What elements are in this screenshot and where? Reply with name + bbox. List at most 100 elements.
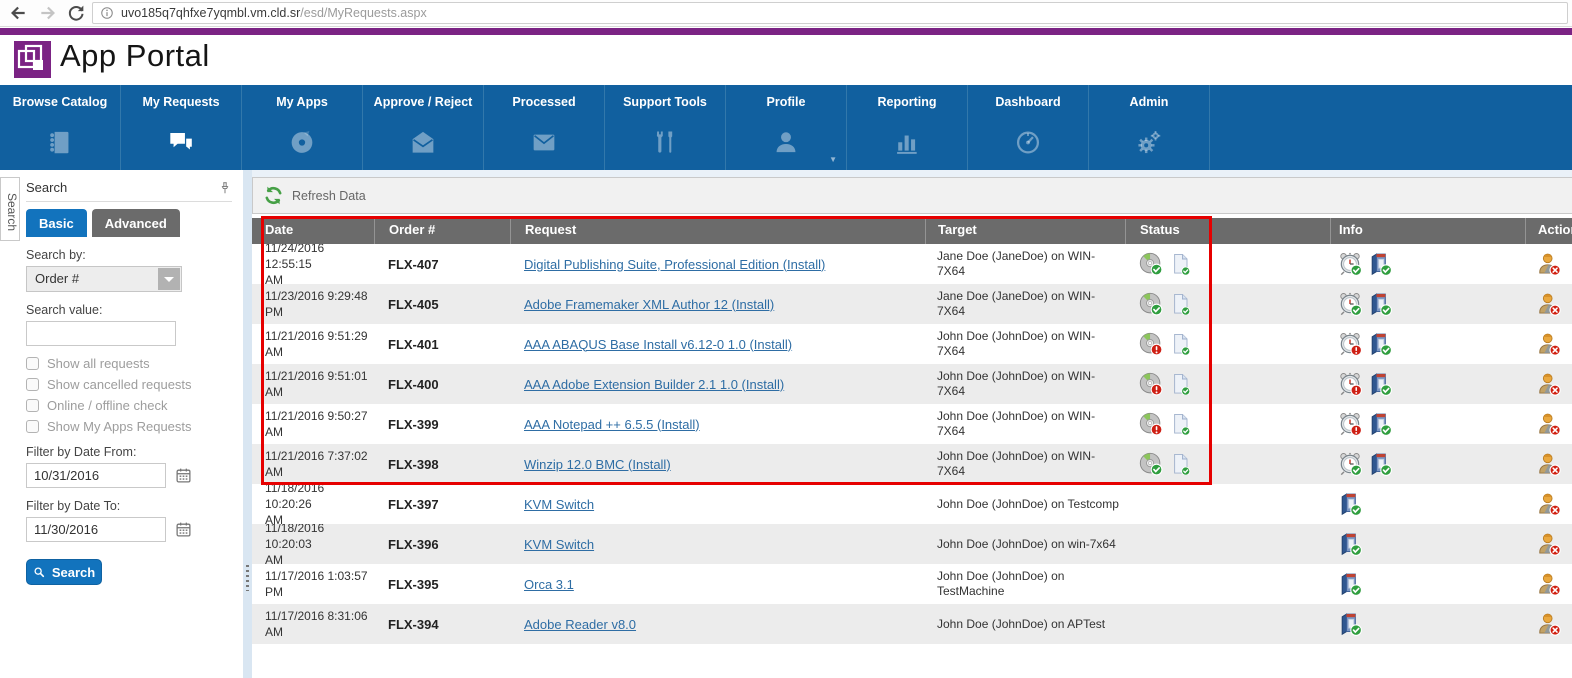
user-remove-icon[interactable] — [1537, 412, 1561, 436]
table-header-row: DateOrder #RequestTargetStatusInfoAction — [252, 218, 1572, 244]
order-number: FLX-405 — [388, 297, 439, 312]
request-link[interactable]: Digital Publishing Suite, Professional E… — [524, 257, 825, 272]
browser-reload-icon[interactable] — [66, 3, 86, 23]
cell-action — [1525, 244, 1572, 284]
tab-support-tools[interactable]: Support Tools — [605, 85, 726, 170]
tab-my-apps[interactable]: My Apps — [242, 85, 363, 170]
url-path: /esd/MyRequests.aspx — [300, 6, 426, 20]
user-remove-icon[interactable] — [1537, 292, 1561, 316]
cell-target: Jane Doe (JaneDoe) on WIN-7X64 — [925, 284, 1125, 324]
column-header-order[interactable]: Order # — [374, 218, 510, 244]
cell-status — [1125, 524, 1330, 564]
browser-forward-icon[interactable] — [38, 3, 58, 23]
checkbox-show-all-requests[interactable]: Show all requests — [26, 356, 232, 371]
checkbox-show-cancelled-requests[interactable]: Show cancelled requests — [26, 377, 232, 392]
cell-action — [1525, 284, 1572, 324]
request-link[interactable]: Winzip 12.0 BMC (Install) — [524, 457, 671, 472]
tab-admin[interactable]: Admin — [1089, 85, 1210, 170]
tab-basic[interactable]: Basic — [26, 209, 87, 237]
dropdown-arrow-icon[interactable] — [158, 268, 180, 290]
installer-add-icon[interactable] — [1338, 492, 1362, 516]
user-remove-icon[interactable] — [1537, 332, 1561, 356]
clock-success-icon[interactable] — [1338, 252, 1362, 276]
user-remove-icon[interactable] — [1537, 572, 1561, 596]
cell-status — [1125, 444, 1330, 484]
tab-browse-catalog[interactable]: Browse Catalog — [0, 85, 121, 170]
user-remove-icon[interactable] — [1537, 252, 1561, 276]
column-header-action[interactable]: Action — [1525, 218, 1572, 244]
installer-add-icon[interactable] — [1338, 612, 1362, 636]
column-header-status[interactable]: Status — [1125, 218, 1330, 244]
tab-dashboard[interactable]: Dashboard — [968, 85, 1089, 170]
browser-back-icon[interactable] — [8, 3, 28, 23]
cell-action — [1525, 564, 1572, 604]
user-remove-icon[interactable] — [1537, 532, 1561, 556]
clock-error-icon[interactable] — [1338, 412, 1362, 436]
tab-advanced[interactable]: Advanced — [92, 209, 180, 237]
checkbox-box[interactable] — [26, 420, 39, 433]
cell-request: KVM Switch — [510, 524, 925, 564]
search-by-dropdown[interactable]: Order # — [26, 266, 182, 292]
search-panel-vertical-tab[interactable]: Search — [0, 177, 20, 241]
checkbox-box[interactable] — [26, 378, 39, 391]
clock-success-icon[interactable] — [1338, 452, 1362, 476]
request-link[interactable]: AAA Adobe Extension Builder 2.1 1.0 (Ins… — [524, 377, 784, 392]
installer-add-icon[interactable] — [1368, 332, 1392, 356]
request-link[interactable]: AAA Notepad ++ 6.5.5 (Install) — [524, 417, 700, 432]
installer-add-icon[interactable] — [1368, 292, 1392, 316]
column-header-info[interactable]: Info — [1330, 218, 1525, 244]
document-success-icon — [1171, 333, 1191, 355]
date-from-input[interactable] — [26, 463, 166, 488]
cell-target: John Doe (JohnDoe) on WIN-7X64 — [925, 444, 1125, 484]
date-to-input[interactable] — [26, 517, 166, 542]
calendar-icon[interactable] — [175, 521, 192, 538]
request-link[interactable]: Adobe Reader v8.0 — [524, 617, 636, 632]
refresh-data-button[interactable]: Refresh Data — [263, 185, 366, 206]
checkbox-show-my-apps-requests[interactable]: Show My Apps Requests — [26, 419, 232, 434]
page-info-icon[interactable] — [100, 6, 114, 20]
installer-add-icon[interactable] — [1368, 252, 1392, 276]
checkbox-box[interactable] — [26, 357, 39, 370]
request-link[interactable]: Orca 3.1 — [524, 577, 574, 592]
request-link[interactable]: AAA ABAQUS Base Install v6.12-0 1.0 (Ins… — [524, 337, 792, 352]
user-remove-icon[interactable] — [1537, 612, 1561, 636]
request-link[interactable]: KVM Switch — [524, 537, 594, 552]
tab-approve-reject[interactable]: Approve / Reject — [363, 85, 484, 170]
pane-splitter[interactable] — [243, 170, 252, 678]
column-header-request[interactable]: Request — [510, 218, 925, 244]
nav-tab-label: Approve / Reject — [363, 95, 483, 109]
requests-table: DateOrder #RequestTargetStatusInfoAction… — [252, 218, 1572, 644]
request-link[interactable]: Adobe Framemaker XML Author 12 (Install) — [524, 297, 774, 312]
installer-add-icon[interactable] — [1368, 412, 1392, 436]
table-row: 11/18/2016 10:20:03AMFLX-396KVM SwitchJo… — [252, 524, 1572, 564]
address-bar[interactable]: uvo185q7qhfxe7yqmbl.vm.cld.sr/esd/MyRequ… — [92, 2, 1568, 24]
installer-add-icon[interactable] — [1368, 372, 1392, 396]
user-remove-icon[interactable] — [1537, 452, 1561, 476]
calendar-icon[interactable] — [175, 467, 192, 484]
catalog-icon — [47, 129, 74, 156]
clock-error-icon[interactable] — [1338, 372, 1362, 396]
tab-my-requests[interactable]: My Requests — [121, 85, 242, 170]
chevron-down-icon[interactable]: ▼ — [829, 155, 837, 164]
request-link[interactable]: KVM Switch — [524, 497, 594, 512]
search-button[interactable]: Search — [26, 559, 102, 585]
pin-icon[interactable] — [218, 181, 232, 195]
checkbox-box[interactable] — [26, 399, 39, 412]
installer-add-icon[interactable] — [1338, 532, 1362, 556]
tab-processed[interactable]: Processed — [484, 85, 605, 170]
target-value: John Doe (JohnDoe) on WIN-7X64 — [937, 449, 1121, 479]
tab-profile[interactable]: Profile▼ — [726, 85, 847, 170]
search-value-input[interactable] — [26, 321, 176, 346]
user-remove-icon[interactable] — [1537, 492, 1561, 516]
tab-reporting[interactable]: Reporting — [847, 85, 968, 170]
column-header-date[interactable]: Date — [252, 218, 374, 244]
checkbox-online-offline-check[interactable]: Online / offline check — [26, 398, 232, 413]
splitter-grip[interactable] — [246, 565, 249, 591]
installer-add-icon[interactable] — [1368, 452, 1392, 476]
column-header-target[interactable]: Target — [925, 218, 1125, 244]
user-remove-icon[interactable] — [1537, 372, 1561, 396]
clock-error-icon[interactable] — [1338, 332, 1362, 356]
clock-success-icon[interactable] — [1338, 292, 1362, 316]
cell-order: FLX-400 — [374, 364, 510, 404]
installer-add-icon[interactable] — [1338, 572, 1362, 596]
